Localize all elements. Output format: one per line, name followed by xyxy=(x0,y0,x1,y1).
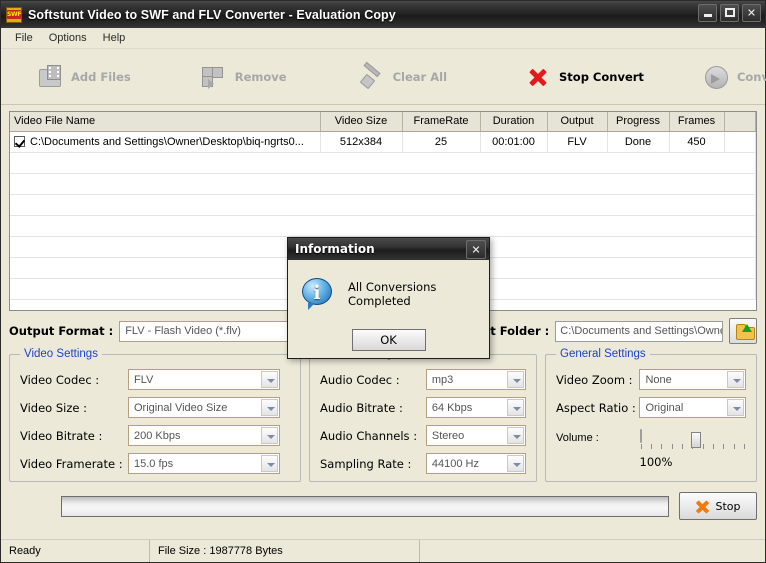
modal-overlay: Information ✕ i All Conversions Complete… xyxy=(1,1,765,562)
close-icon: ✕ xyxy=(471,243,481,256)
dialog-body: i All Conversions Completed xyxy=(288,260,489,310)
dialog-title-bar: Information ✕ xyxy=(288,238,489,260)
dialog-button-row: OK xyxy=(288,329,489,351)
dialog-close-button[interactable]: ✕ xyxy=(466,240,486,259)
info-icon: i xyxy=(302,278,334,310)
dialog-title: Information xyxy=(295,242,375,256)
information-dialog: Information ✕ i All Conversions Complete… xyxy=(287,237,490,359)
dialog-message: All Conversions Completed xyxy=(348,280,437,308)
dialog-ok-button[interactable]: OK xyxy=(351,329,426,351)
application-window: SWF Softstunt Video to SWF and FLV Conve… xyxy=(0,0,766,563)
